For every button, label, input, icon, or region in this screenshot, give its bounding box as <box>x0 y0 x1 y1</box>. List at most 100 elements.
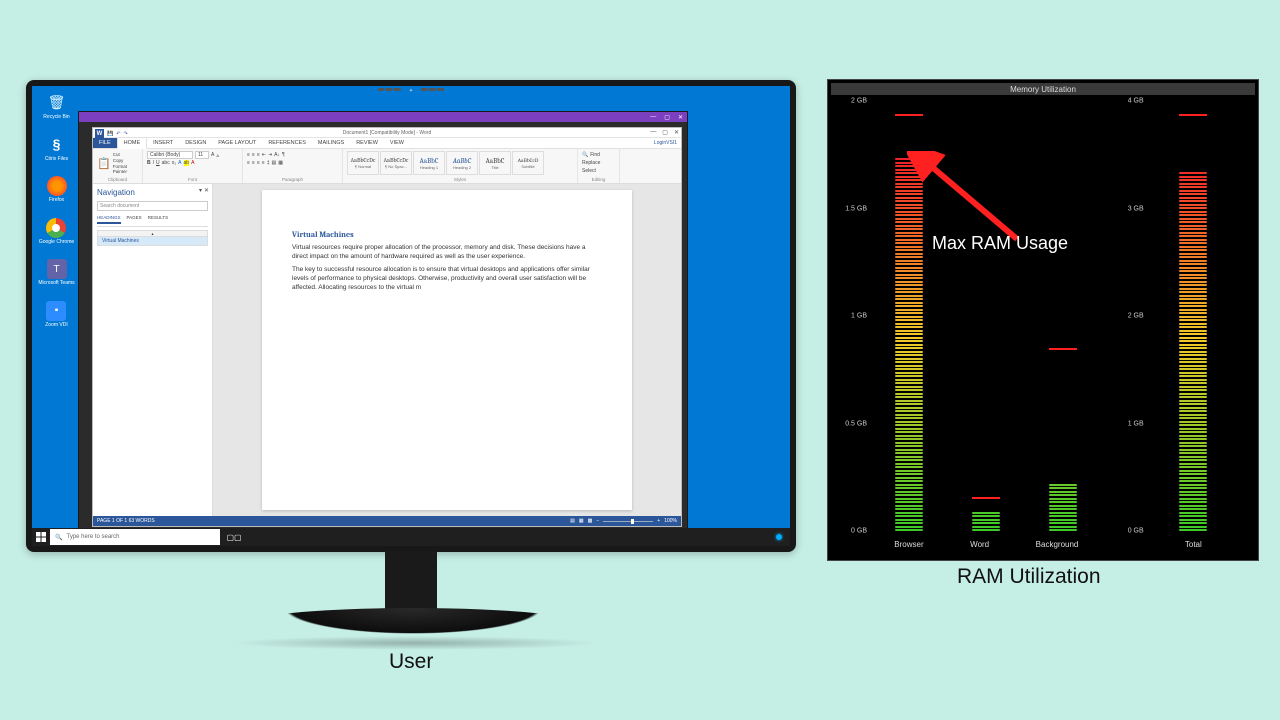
style-title[interactable]: AaBbCTitle <box>479 151 511 175</box>
maximize-icon[interactable]: ▢ <box>664 114 670 121</box>
desktop-chrome[interactable]: Google Chrome <box>39 218 74 246</box>
maximize-icon[interactable]: ▢ <box>662 129 668 136</box>
bullets-button[interactable]: ≡ <box>247 152 250 158</box>
nav-tab-results[interactable]: RESULTS <box>148 215 168 224</box>
ribbon-group-clipboard: 📋CutCopyFormat Painter Clipboard <box>93 149 143 183</box>
zoom-slider[interactable] <box>603 521 653 522</box>
tab-references[interactable]: REFERENCES <box>262 138 312 148</box>
numbering-button[interactable]: ≡ <box>252 152 255 158</box>
tab-insert[interactable]: INSERT <box>147 138 179 148</box>
highlight-button[interactable]: ab <box>184 160 190 166</box>
zoom-in-button[interactable]: + <box>657 518 660 524</box>
start-button[interactable] <box>32 528 50 546</box>
text-effects-button[interactable]: A <box>178 160 181 166</box>
align-right-button[interactable]: ≡ <box>257 160 260 166</box>
firefox-icon <box>47 176 67 196</box>
save-icon[interactable]: 💾 <box>107 131 113 137</box>
view-print-icon[interactable]: ▦ <box>579 518 584 524</box>
align-center-button[interactable]: ≡ <box>252 160 255 166</box>
find-button[interactable]: 🔍 <box>582 152 588 158</box>
font-color-button[interactable]: A <box>191 160 194 166</box>
nav-tab-headings[interactable]: HEADINGS <box>97 215 121 224</box>
style-subtitle[interactable]: AaBbCcDSubtitle <box>512 151 544 175</box>
desktop-recycle-bin[interactable]: 🗑Recycle Bin <box>43 93 69 121</box>
status-page-info[interactable]: PAGE 1 OF 1 63 WORDS <box>97 518 155 524</box>
replace-button[interactable]: Replace <box>582 160 600 166</box>
justify-button[interactable]: ≡ <box>262 160 265 166</box>
font-name-combo[interactable]: Calibri (Body) <box>147 151 193 159</box>
taskbar-search-input[interactable]: 🔍Type here to search <box>50 529 220 545</box>
subscript-button[interactable]: x₂ <box>172 160 176 166</box>
nav-tab-pages[interactable]: PAGES <box>127 215 142 224</box>
style-heading-1[interactable]: AaBbCHeading 1 <box>413 151 445 175</box>
desktop-screen: ✦ 🗑Recycle Bin §Citrix Files Firefox Goo… <box>32 86 790 546</box>
navigation-pane: ▾✕ Navigation Search document HEADINGS P… <box>93 184 213 516</box>
zoom-level[interactable]: 100% <box>664 518 677 524</box>
paste-button[interactable]: 📋 <box>97 157 111 170</box>
document-area[interactable]: Virtual Machines Virtual resources requi… <box>213 184 681 516</box>
multilevel-button[interactable]: ≡ <box>257 152 260 158</box>
word-status-bar: PAGE 1 OF 1 63 WORDS ▤ ▦ ▩ − + 100% <box>93 516 681 526</box>
signed-in-user[interactable]: LoginVSI1 <box>654 140 677 146</box>
view-read-icon[interactable]: ▤ <box>570 518 575 524</box>
borders-button[interactable]: ▦ <box>278 160 283 166</box>
zoom-out-button[interactable]: − <box>596 518 599 524</box>
desktop-citrix-files[interactable]: §Citrix Files <box>45 135 68 163</box>
grow-font-icon[interactable]: A <box>211 152 214 158</box>
nav-dropdown-icon[interactable]: ▾ <box>199 187 202 194</box>
select-button[interactable]: Select <box>582 168 596 174</box>
tab-mailings[interactable]: MAILINGS <box>312 138 350 148</box>
style-normal[interactable]: AaBbCcDc¶ Normal <box>347 151 379 175</box>
desktop-teams[interactable]: TMicrosoft Teams <box>38 259 74 287</box>
style-heading-2[interactable]: AaBbCHeading 2 <box>446 151 478 175</box>
ribbon: 📋CutCopyFormat Painter Clipboard Calibri… <box>93 149 681 184</box>
align-left-button[interactable]: ≡ <box>247 160 250 166</box>
format-painter-button[interactable]: Format Painter <box>113 164 138 174</box>
nav-close-icon[interactable]: ✕ <box>204 187 209 194</box>
underline-button[interactable]: U <box>156 160 160 166</box>
cut-button[interactable]: Cut <box>113 152 138 157</box>
tab-file[interactable]: FILE <box>93 138 117 148</box>
close-icon[interactable]: ✕ <box>678 114 683 121</box>
memory-utilization-card: Memory Utilization 2 GB1.5 GB1 GB0.5 GB0… <box>828 80 1258 560</box>
ribbon-group-editing: 🔍 Find Replace Select Editing <box>578 149 620 183</box>
monitor-shadow <box>230 636 600 650</box>
nav-search-input[interactable]: Search document <box>97 201 208 211</box>
font-size-combo[interactable]: 11 <box>195 151 209 159</box>
tab-page-layout[interactable]: PAGE LAYOUT <box>212 138 262 148</box>
line-spacing-button[interactable]: ‡ <box>267 160 270 166</box>
windows-icon <box>36 532 46 542</box>
close-icon[interactable]: ✕ <box>674 129 679 136</box>
nav-heading-item[interactable]: Virtual Machines <box>98 237 207 245</box>
shrink-font-icon[interactable]: A <box>216 153 219 158</box>
tab-home[interactable]: HOME <box>117 137 148 149</box>
word-app-icon: W <box>95 129 104 138</box>
nav-headings-list: ▴ Virtual Machines <box>97 230 208 246</box>
desktop-firefox[interactable]: Firefox <box>47 176 67 204</box>
chrome-icon <box>46 218 66 238</box>
minimize-icon[interactable]: — <box>650 114 656 120</box>
tab-review[interactable]: REVIEW <box>350 138 384 148</box>
monitor-stand-neck <box>385 551 437 611</box>
show-marks-button[interactable]: ¶ <box>282 152 285 158</box>
strikethrough-button[interactable]: abc <box>162 160 170 166</box>
total-chart: 4 GB3 GB2 GB1 GB0 GB Total <box>1114 101 1249 551</box>
decrease-indent-button[interactable]: ⇤ <box>262 152 266 158</box>
undo-icon[interactable]: ↶ <box>116 131 120 137</box>
tab-design[interactable]: DESIGN <box>179 138 212 148</box>
sort-button[interactable]: A↓ <box>274 152 280 158</box>
tab-view[interactable]: VIEW <box>384 138 410 148</box>
zoom-icon: ▪ <box>46 301 66 321</box>
shading-button[interactable]: ▤ <box>271 160 276 166</box>
bold-button[interactable]: B <box>147 160 151 166</box>
minimize-icon[interactable]: — <box>650 129 656 136</box>
style-no-spacing[interactable]: AaBbCcDc¶ No Spac... <box>380 151 412 175</box>
redo-icon[interactable]: ↷ <box>123 131 127 137</box>
copy-button[interactable]: Copy <box>113 158 138 163</box>
italic-button[interactable]: I <box>153 160 154 166</box>
increase-indent-button[interactable]: ⇥ <box>268 152 272 158</box>
view-web-icon[interactable]: ▩ <box>588 518 593 524</box>
desktop-zoom[interactable]: ▪Zoom VDI <box>45 301 68 329</box>
teams-icon: T <box>47 259 67 279</box>
task-view-button[interactable]: ▢▢ <box>226 529 242 545</box>
